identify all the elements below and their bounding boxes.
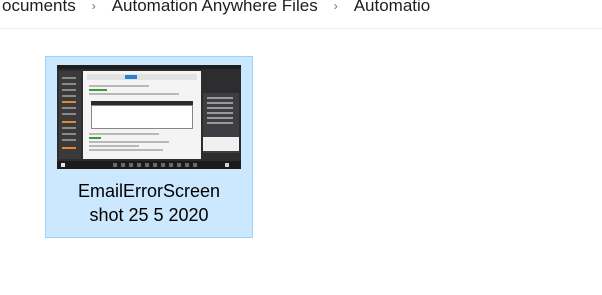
- image-thumbnail-icon: [57, 65, 241, 169]
- chevron-right-icon[interactable]: ›: [334, 0, 338, 13]
- breadcrumb-item-documents[interactable]: ocuments: [2, 0, 76, 16]
- file-name-line-2: shot 25 5 2020: [89, 205, 209, 225]
- breadcrumb: ocuments › Automation Anywhere Files › A…: [0, 0, 602, 20]
- chevron-right-icon[interactable]: ›: [92, 0, 96, 13]
- breadcrumb-item-automation[interactable]: Automatio: [354, 0, 431, 16]
- file-item-email-error-screenshot[interactable]: EmailErrorScreen shot 25 5 2020: [45, 56, 253, 238]
- file-name-line-1: EmailErrorScreen: [77, 181, 221, 201]
- header-divider: [0, 28, 602, 29]
- file-name-label: EmailErrorScreen shot 25 5 2020: [46, 179, 252, 227]
- breadcrumb-item-automation-anywhere-files[interactable]: Automation Anywhere Files: [112, 0, 318, 16]
